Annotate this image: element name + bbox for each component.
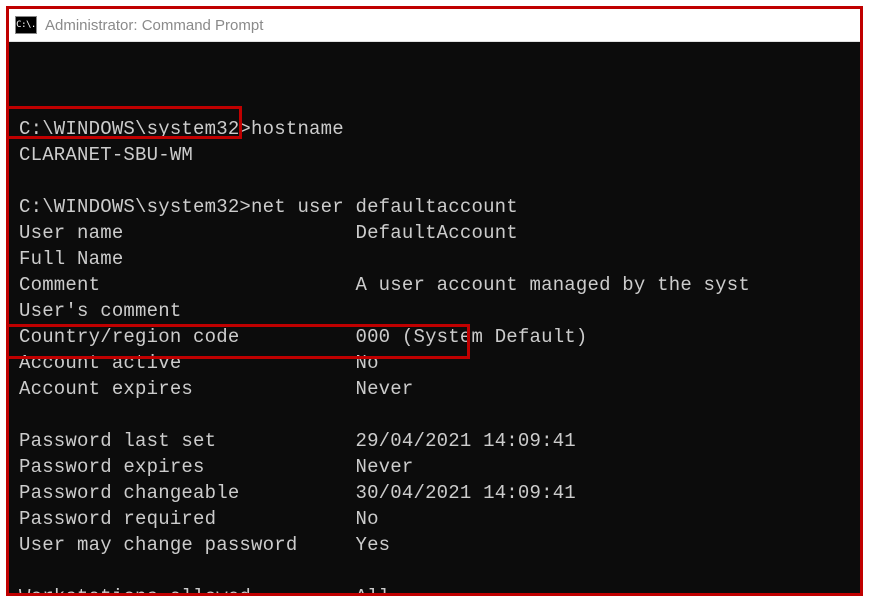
label-pwd-required: Password required	[19, 508, 216, 530]
value-pwd-last-set: 29/04/2021 14:09:41	[355, 430, 575, 452]
value-user-may-change: Yes	[355, 534, 390, 556]
value-workstations: All	[355, 586, 390, 594]
prompt-path: C:\WINDOWS\system32>	[19, 118, 251, 140]
label-comment: Comment	[19, 274, 100, 296]
label-pwd-expires: Password expires	[19, 456, 205, 478]
cmd-icon: C:\.	[15, 16, 37, 34]
titlebar: C:\. Administrator: Command Prompt	[9, 9, 860, 42]
value-comment: A user account managed by the syst	[355, 274, 749, 296]
value-account-expires: Never	[355, 378, 413, 400]
value-user-name: DefaultAccount	[355, 222, 517, 244]
label-full-name: Full Name	[19, 248, 123, 270]
label-account-expires: Account expires	[19, 378, 193, 400]
value-pwd-required: No	[355, 508, 378, 530]
label-pwd-changeable: Password changeable	[19, 482, 239, 504]
label-workstations: Workstations allowed	[19, 586, 251, 594]
hostname-output: CLARANET-SBU-WM	[19, 144, 193, 166]
label-pwd-last-set: Password last set	[19, 430, 216, 452]
terminal-output: C:\WINDOWS\system32>hostname CLARANET-SB…	[19, 116, 850, 594]
prompt-path: C:\WINDOWS\system32>	[19, 196, 251, 218]
label-country: Country/region code	[19, 326, 239, 348]
value-country: 000 (System Default)	[355, 326, 587, 348]
label-user-name: User name	[19, 222, 123, 244]
cmd-hostname: hostname	[251, 118, 344, 140]
value-pwd-expires: Never	[355, 456, 413, 478]
cmd-net-user: net user defaultaccount	[251, 196, 518, 218]
terminal-area[interactable]: C:\WINDOWS\system32>hostname CLARANET-SB…	[9, 42, 860, 594]
command-prompt-window: C:\. Administrator: Command Prompt C:\WI…	[6, 6, 863, 596]
label-account-active: Account active	[19, 352, 181, 374]
value-pwd-changeable: 30/04/2021 14:09:41	[355, 482, 575, 504]
label-user-may-change: User may change password	[19, 534, 297, 556]
window-title: Administrator: Command Prompt	[45, 17, 263, 34]
label-users-comment: User's comment	[19, 300, 181, 322]
value-account-active: No	[355, 352, 378, 374]
